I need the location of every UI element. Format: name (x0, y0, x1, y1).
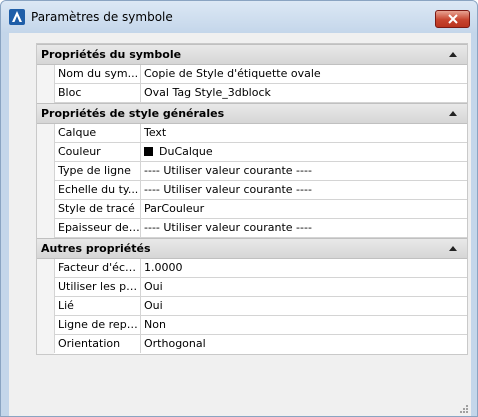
property-name: Facteur d'éch... (54, 259, 141, 277)
row-margin (37, 335, 54, 354)
collapse-arrow-icon[interactable] (449, 246, 457, 251)
property-value[interactable]: ---- Utiliser valeur courante ---- (141, 162, 467, 180)
property-row[interactable]: Orientation Orthogonal (37, 335, 467, 354)
property-name: Orientation (54, 335, 141, 353)
property-name: Couleur (54, 143, 141, 161)
row-margin (37, 65, 54, 84)
property-name: Style de tracé (54, 200, 141, 218)
close-button[interactable] (435, 10, 470, 28)
property-value[interactable]: Orthogonal (141, 335, 467, 353)
property-value[interactable]: Oui (141, 278, 467, 296)
category-header-symbol[interactable]: Propriétés du symbole (37, 44, 467, 65)
property-row[interactable]: Utiliser les pr... Oui (37, 278, 467, 297)
row-margin (37, 84, 54, 103)
property-row[interactable]: Calque Text (37, 124, 467, 143)
property-name: Echelle du ty... (54, 181, 141, 199)
property-name: Lié (54, 297, 141, 315)
category-title: Propriétés du symbole (41, 48, 182, 61)
row-margin (37, 162, 54, 181)
row-margin (37, 259, 54, 278)
color-swatch (144, 147, 153, 156)
close-icon (447, 14, 458, 24)
property-row[interactable]: Nom du sym... Copie de Style d'étiquette… (37, 65, 467, 84)
property-name: Nom du sym... (54, 65, 141, 83)
category-header-other[interactable]: Autres propriétés (37, 238, 467, 259)
property-row[interactable]: Lié Oui (37, 297, 467, 316)
window-title: Paramètres de symbole (31, 10, 173, 24)
property-value[interactable]: Oui (141, 297, 467, 315)
row-margin (37, 124, 54, 143)
row-margin (37, 297, 54, 316)
collapse-arrow-icon[interactable] (449, 52, 457, 57)
property-value[interactable]: ---- Utiliser valeur courante ---- (141, 219, 467, 237)
property-row[interactable]: Echelle du ty... ---- Utiliser valeur co… (37, 181, 467, 200)
autocad-logo-icon (9, 9, 25, 25)
property-name: Type de ligne (54, 162, 141, 180)
property-value[interactable]: Text (141, 124, 467, 142)
title-bar[interactable]: Paramètres de symbole (1, 1, 477, 33)
property-row[interactable]: Couleur DuCalque (37, 143, 467, 162)
property-value[interactable]: 1.0000 (141, 259, 467, 277)
property-row[interactable]: Ligne de repère Non (37, 316, 467, 335)
property-name: Ligne de repère (54, 316, 141, 334)
property-row[interactable]: Bloc Oval Tag Style_3dblock (37, 84, 467, 103)
property-value[interactable]: Non (141, 316, 467, 334)
property-name: Utiliser les pr... (54, 278, 141, 296)
property-value[interactable]: DuCalque (141, 143, 467, 161)
dialog-client-area: Propriétés du symbole Nom du sym... Copi… (9, 33, 471, 416)
row-margin (37, 143, 54, 162)
property-name: Calque (54, 124, 141, 142)
property-row[interactable]: Epaisseur de l... ---- Utiliser valeur c… (37, 219, 467, 238)
category-title: Propriétés de style générales (41, 107, 225, 120)
property-row[interactable]: Type de ligne ---- Utiliser valeur coura… (37, 162, 467, 181)
row-margin (37, 278, 54, 297)
property-value[interactable]: Oval Tag Style_3dblock (141, 84, 467, 102)
property-value[interactable]: ParCouleur (141, 200, 467, 218)
property-grid: Propriétés du symbole Nom du sym... Copi… (36, 43, 468, 355)
row-margin (37, 200, 54, 219)
collapse-arrow-icon[interactable] (449, 111, 457, 116)
dialog-window: Paramètres de symbole Propriétés du symb… (0, 0, 478, 417)
row-margin (37, 316, 54, 335)
property-row[interactable]: Style de tracé ParCouleur (37, 200, 467, 219)
property-row[interactable]: Facteur d'éch... 1.0000 (37, 259, 467, 278)
property-name: Bloc (54, 84, 141, 102)
resize-grip-icon[interactable] (459, 404, 469, 414)
property-value[interactable]: Copie de Style d'étiquette ovale (141, 65, 467, 83)
color-value: DuCalque (159, 145, 213, 158)
category-header-general-style[interactable]: Propriétés de style générales (37, 103, 467, 124)
property-name: Epaisseur de l... (54, 219, 141, 237)
property-value[interactable]: ---- Utiliser valeur courante ---- (141, 181, 467, 199)
row-margin (37, 219, 54, 238)
category-title: Autres propriétés (41, 242, 151, 255)
row-margin (37, 181, 54, 200)
